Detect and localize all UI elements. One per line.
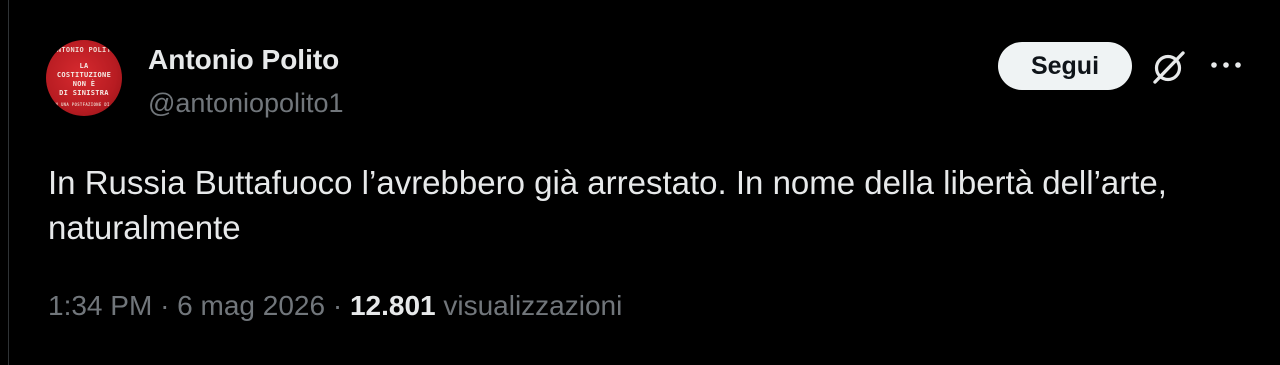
avatar-cover-footer: CON UNA POSTFAZIONE DI... xyxy=(50,102,118,107)
avatar-cover-title-2: COSTITUZIONE xyxy=(56,71,112,79)
grok-icon[interactable] xyxy=(1150,48,1188,86)
avatar-cover-title-3: NON È xyxy=(72,80,96,88)
tweet-time[interactable]: 1:34 PM xyxy=(48,290,152,321)
meta-separator: · xyxy=(332,290,343,321)
author-handle[interactable]: @antoniopolito1 xyxy=(148,88,344,119)
more-icon[interactable] xyxy=(1208,50,1244,80)
follow-button[interactable]: Segui xyxy=(998,42,1132,90)
avatar[interactable]: ANTONIO POLITO LA COSTITUZIONE NON È DI … xyxy=(46,40,122,116)
avatar-cover-author: ANTONIO POLITO xyxy=(52,46,116,54)
tweet-text: In Russia Buttafuoco l’avrebbero già arr… xyxy=(48,164,1167,246)
avatar-cover-title-4: DI SINISTRA xyxy=(59,89,109,97)
thread-divider xyxy=(8,0,9,365)
views-count: 12.801 xyxy=(349,290,436,321)
author-display-name[interactable]: Antonio Polito xyxy=(148,44,339,76)
meta-separator: · xyxy=(160,290,170,321)
tweet-date[interactable]: 6 mag 2026 xyxy=(177,290,325,321)
avatar-cover-title-1: LA xyxy=(79,62,89,70)
tweet-meta: 1:34 PM · 6 mag 2026 · 12.801 visualizza… xyxy=(48,290,622,322)
views-label: visualizzazioni xyxy=(443,290,623,321)
